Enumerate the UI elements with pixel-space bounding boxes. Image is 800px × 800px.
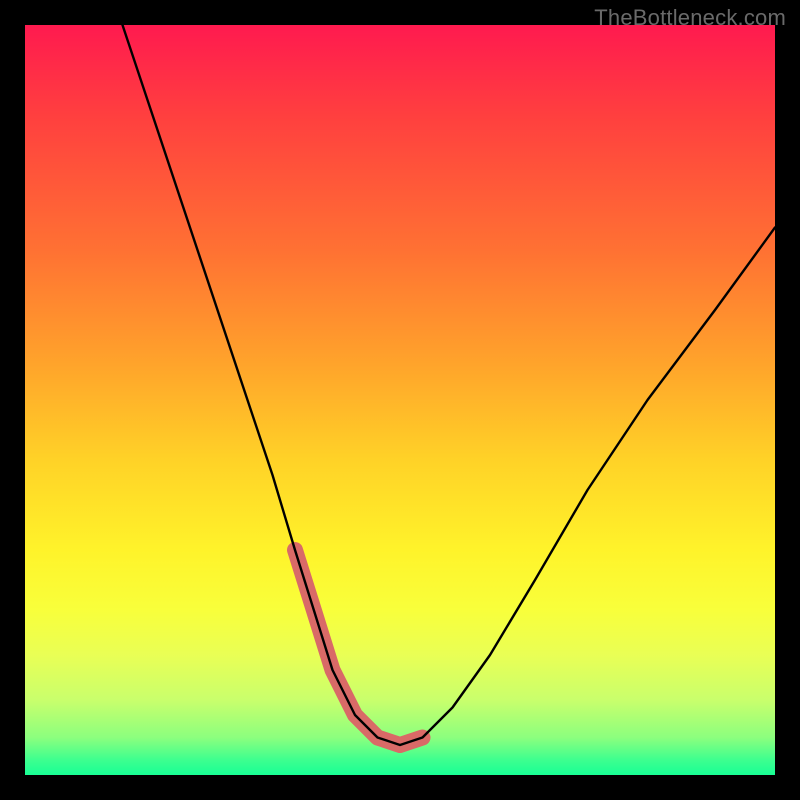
plot-area — [25, 25, 775, 775]
valley-highlight — [295, 550, 423, 745]
curve-layer — [25, 25, 775, 775]
bottleneck-curve — [123, 25, 776, 745]
chart-stage: TheBottleneck.com — [0, 0, 800, 800]
watermark-text: TheBottleneck.com — [594, 5, 786, 31]
